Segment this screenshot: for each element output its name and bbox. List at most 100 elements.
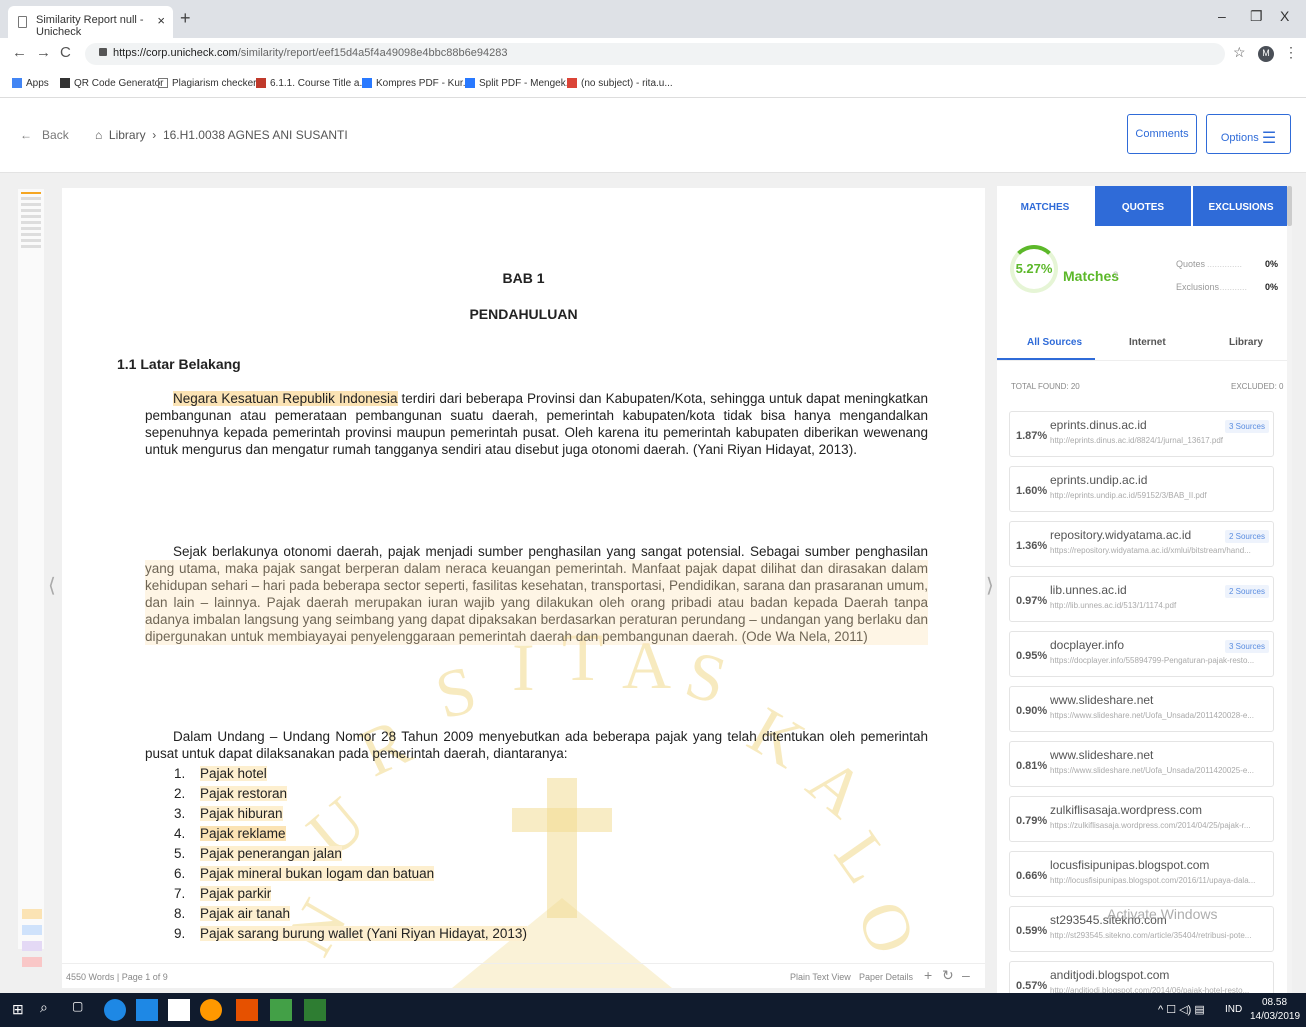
watermark-letter: O (842, 891, 932, 964)
tab-all-sources[interactable]: All Sources (1027, 337, 1082, 348)
profile-avatar[interactable]: M (1258, 46, 1274, 62)
similarity-percent: 5.27% (1010, 245, 1058, 293)
edx-icon (256, 78, 266, 88)
star-icon[interactable]: ☆ (1233, 44, 1246, 61)
close-tab-icon[interactable]: × (157, 13, 165, 28)
tab-matches[interactable]: MATCHES (997, 186, 1093, 226)
bookmark-split[interactable]: Split PDF - Mengek... (465, 78, 574, 89)
source-card[interactable]: 0.66% locusfisipunipas.blogspot.com http:/… (1009, 851, 1274, 897)
windows-start-icon[interactable]: ⊞ (10, 999, 32, 1021)
info-icon[interactable]: ? (1113, 270, 1118, 280)
qr-icon (60, 78, 70, 88)
total-found: TOTAL FOUND: 20 (1011, 382, 1080, 391)
forward-arrow-icon[interactable]: → (36, 44, 51, 61)
bookmark-kompres[interactable]: Kompres PDF - Kur... (362, 78, 471, 89)
watermark-letter: S (427, 650, 484, 734)
menu-kebab-icon[interactable]: ⋮ (1284, 44, 1298, 61)
paragraph-1: Negara Kesatuan Republik Indonesia terdi… (145, 391, 928, 457)
clock-time[interactable]: 08.58 (1262, 997, 1287, 1008)
source-card[interactable]: 0.81% www.slideshare.net https://www.slide… (1009, 741, 1274, 787)
document-footer: 4550 Words | Page 1 of 9 Plain Text View… (62, 963, 985, 988)
source-card[interactable]: 0.79% zulkiflisasaja.wordpress.com https:/… (1009, 796, 1274, 842)
legend-swatch (22, 957, 42, 967)
tab-exclusions[interactable]: EXCLUSIONS (1193, 186, 1289, 226)
minimize-icon[interactable]: – (1218, 8, 1226, 24)
source-card[interactable]: 1.87% eprints.dinus.ac.id http://eprints.d… (1009, 411, 1274, 457)
zoom-out-icon[interactable]: – (962, 967, 970, 983)
reload-icon[interactable]: C (60, 44, 71, 61)
bookmark-qr[interactable]: QR Code Generator (60, 78, 164, 89)
maximize-icon[interactable]: ❐ (1250, 8, 1263, 25)
source-card[interactable]: 0.95% docplayer.info https://docplayer.inf… (1009, 631, 1274, 677)
bookmarks-bar: Apps QR Code Generator Plagiarism checke… (0, 70, 1306, 98)
list-item: 6. Pajak mineral bukan logam dan batuan (174, 866, 435, 881)
home-icon: ⌂ (95, 128, 103, 142)
search-icon[interactable]: ⌕ (40, 999, 62, 1021)
source-card[interactable]: 0.97% lib.unnes.ac.id http://lib.unnes.ac.… (1009, 576, 1274, 622)
next-page-icon[interactable]: ⟩ (986, 573, 994, 598)
tray-icons[interactable]: ^ ☐ ◁) ▤ (1158, 1003, 1205, 1016)
pdf-icon (465, 78, 475, 88)
list-item: 8. Pajak air tanah (174, 906, 291, 921)
back-link[interactable]: ← Back (20, 128, 69, 142)
sources-badge[interactable]: 2 Sources (1224, 530, 1269, 543)
sources-badge[interactable]: 2 Sources (1224, 585, 1269, 598)
quotes-label: Quotes (1176, 259, 1206, 269)
document-page: R S I T A S K A U N L O BAB 1 PENDAHULUA… (62, 188, 985, 988)
list-item: 4. Pajak reklame (174, 826, 286, 841)
tab-library[interactable]: Library (1229, 337, 1263, 348)
store-icon[interactable] (136, 999, 158, 1021)
zoom-in-icon[interactable]: + (924, 967, 932, 983)
clock-date[interactable]: 14/03/2019 (1250, 1011, 1300, 1022)
url-field[interactable]: https://corp.unicheck.com/similarity/rep… (85, 43, 1225, 65)
app-icon[interactable] (270, 999, 292, 1021)
back-arrow-icon[interactable]: ← (12, 44, 27, 61)
bookmark-apps[interactable]: Apps (12, 78, 49, 89)
breadcrumb-library[interactable]: Library (109, 128, 146, 142)
page-icon (158, 78, 168, 88)
match-highlight[interactable]: Negara Kesatuan Republik Indonesia (173, 391, 398, 406)
excel-icon[interactable] (304, 999, 326, 1021)
comments-button[interactable]: Comments (1127, 114, 1197, 154)
source-card[interactable]: 0.90% www.slideshare.net https://www.slide… (1009, 686, 1274, 732)
source-card[interactable]: 1.36% repository.widyatama.ac.id https://r… (1009, 521, 1274, 567)
browser-tab-bar: Similarity Report null - Unicheck × + – … (0, 0, 1306, 38)
plain-text-view-button[interactable]: Plain Text View (790, 972, 851, 982)
tab-internet[interactable]: Internet (1129, 337, 1166, 348)
panel-scrollbar[interactable] (1287, 186, 1292, 996)
bookmark-course[interactable]: 6.1.1. Course Title a... (256, 78, 368, 89)
new-tab-icon[interactable]: + (180, 8, 191, 29)
app-icon[interactable] (236, 999, 258, 1021)
url-host: https://corp.unicheck.com (113, 47, 238, 59)
source-card[interactable]: 0.57% anditjodi.blogspot.com http://anditj… (1009, 961, 1274, 996)
bookmark-plagiarism[interactable]: Plagiarism checker - (158, 78, 263, 89)
legend-swatch (22, 909, 42, 919)
browser-tab[interactable]: Similarity Report null - Unicheck × (8, 6, 173, 38)
paper-details-button[interactable]: Paper Details (859, 972, 913, 982)
windows-taskbar: ⊞ ⌕ ▢ ^ ☐ ◁) ▤ IND 08.58 14/03/2019 (0, 993, 1306, 1027)
sources-badge[interactable]: 3 Sources (1224, 640, 1269, 653)
options-button[interactable]: Options ☰ (1206, 114, 1291, 154)
exclusions-value: 0% (1265, 282, 1279, 292)
word-count: 4550 Words | Page 1 of 9 (66, 972, 168, 982)
prev-page-icon[interactable]: ⟨ (48, 573, 56, 598)
watermark-letter: S (677, 635, 735, 719)
page-thumbnails[interactable] (18, 189, 44, 949)
close-window-icon[interactable]: X (1280, 8, 1289, 24)
source-card[interactable]: 1.60% eprints.undip.ac.id http://eprints.u… (1009, 466, 1274, 512)
chapter-title: PENDAHULUAN (469, 306, 578, 322)
file-explorer-icon[interactable] (168, 999, 190, 1021)
match-highlight-region[interactable] (145, 560, 928, 645)
language-indicator[interactable]: IND (1225, 1004, 1242, 1015)
edge-icon[interactable] (104, 999, 126, 1021)
task-view-icon[interactable]: ▢ (72, 999, 94, 1021)
activate-windows-text: Activate Windows (1107, 906, 1218, 922)
paragraph-3: Dalam Undang – Undang Nomor 28 Tahun 200… (145, 729, 928, 761)
quotes-value: 0% (1265, 259, 1279, 269)
reset-icon[interactable]: ↻ (942, 967, 954, 984)
tab-quotes[interactable]: QUOTES (1095, 186, 1191, 226)
bookmark-gmail[interactable]: (no subject) - rita.u... (567, 78, 673, 89)
sources-badge[interactable]: 3 Sources (1224, 420, 1269, 433)
chrome-icon[interactable] (200, 999, 222, 1021)
matches-panel: MATCHES QUOTES EXCLUSIONS 5.27% Matches … (997, 186, 1292, 996)
